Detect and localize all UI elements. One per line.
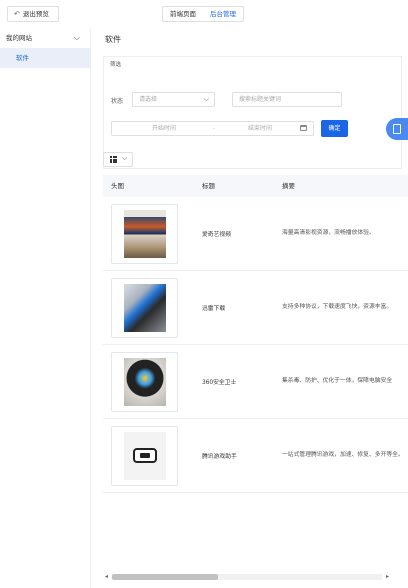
document-icon	[393, 124, 401, 134]
content-table: 头图 标题 摘要 爱奇艺视频 海量高清影视资源，流畅播放体验。 迅雷下载 支持多…	[103, 175, 408, 493]
security-app-image	[124, 357, 166, 406]
table-row[interactable]: 爱奇艺视频 海量高清影视资源，流畅播放体验。	[103, 197, 408, 271]
end-date-placeholder: 结束时间	[248, 125, 273, 132]
chevron-down-icon: ⌵	[122, 154, 128, 162]
row-title: 360安全卫士	[202, 380, 237, 386]
column-header-title: 标题	[202, 182, 215, 190]
sidebar-group-my-site[interactable]: 我的网站 ⌵	[0, 28, 90, 48]
tab-frontend[interactable]: 前端页面	[163, 7, 203, 21]
table-row[interactable]: 360安全卫士 集杀毒、防护、优化于一体，保障电脑安全	[103, 345, 408, 419]
smart-tv-image	[124, 209, 166, 258]
row-thumbnail	[111, 351, 178, 412]
start-date-placeholder: 开始时间	[152, 125, 177, 132]
scrollbar-track[interactable]	[112, 574, 382, 580]
5g-download-image	[124, 283, 166, 332]
date-separator: -	[213, 125, 216, 132]
table-row[interactable]: 迅雷下载 支持多种协议，下载速度飞快，资源丰富。	[103, 271, 408, 345]
row-summary: 一站式管理腾讯游戏，加速、修复、多开等全。	[282, 452, 404, 458]
undo-arrow-icon: ↶	[14, 10, 20, 18]
row-title: 爱奇艺视频	[202, 232, 231, 238]
scroll-right-icon[interactable]: ▸	[386, 573, 389, 580]
filter-heading: 筛选	[110, 62, 122, 68]
date-range-picker[interactable]: 开始时间 - 结束时间	[111, 121, 314, 136]
sidebar: 我的网站 ⌵ 软件	[0, 28, 91, 588]
page-title: 软件	[105, 35, 121, 44]
row-thumbnail	[111, 425, 178, 486]
view-mode-toggle[interactable]: ⌵	[103, 152, 133, 167]
calendar-icon	[300, 125, 307, 131]
tab-admin[interactable]: 后台管理	[203, 7, 243, 21]
view-switcher: 前端页面 后台管理	[162, 6, 244, 22]
keyword-search-input[interactable]: 搜索标题关键词	[232, 92, 342, 107]
table-header: 头图 标题 摘要	[103, 175, 408, 197]
scroll-left-icon[interactable]: ◂	[105, 573, 108, 580]
row-thumbnail	[111, 203, 178, 264]
game-console-image	[124, 431, 166, 480]
floating-side-tab[interactable]	[386, 118, 408, 140]
keyword-placeholder: 搜索标题关键词	[239, 96, 282, 103]
row-thumbnail	[111, 277, 178, 338]
sidebar-item-software[interactable]: 软件	[0, 48, 90, 68]
confirm-button[interactable]: 确定	[321, 120, 348, 137]
filter-panel: 筛选 状态 请选择 ⌵ 搜索标题关键词 开始时间 - 结束时间 确定	[103, 56, 402, 169]
chevron-down-icon: ⌵	[203, 95, 209, 103]
sidebar-item-label: 软件	[16, 54, 29, 62]
chevron-down-icon: ⌵	[73, 33, 80, 42]
main-content: 软件 筛选 状态 请选择 ⌵ 搜索标题关键词 开始时间 - 结束时间 确定 ⌵ …	[91, 28, 408, 588]
status-select[interactable]: 请选择 ⌵	[132, 92, 215, 107]
row-title: 腾讯游戏助手	[202, 454, 237, 460]
table-row[interactable]: 腾讯游戏助手 一站式管理腾讯游戏，加速、修复、多开等全。	[103, 419, 408, 493]
status-select-placeholder: 请选择	[139, 96, 158, 103]
row-title: 迅雷下载	[202, 306, 226, 312]
column-header-image: 头图	[111, 182, 124, 190]
top-bar: ↶ 退出预览 前端页面 后台管理	[0, 0, 408, 28]
scrollbar-thumb[interactable]	[112, 574, 218, 580]
horizontal-scrollbar[interactable]: ◂ ▸	[105, 573, 389, 581]
grid-icon	[110, 156, 117, 163]
column-header-summary: 摘要	[282, 182, 295, 190]
exit-preview-button[interactable]: ↶ 退出预览	[7, 6, 59, 22]
row-summary: 支持多种协议，下载速度飞快，资源丰富。	[282, 304, 393, 310]
exit-preview-label: 退出预览	[22, 10, 49, 18]
row-summary: 海量高清影视资源，流畅播放体验。	[282, 230, 375, 236]
status-label: 状态	[111, 98, 124, 105]
row-summary: 集杀毒、防护、优化于一体，保障电脑安全	[282, 378, 393, 384]
sidebar-group-label: 我的网站	[6, 34, 32, 42]
